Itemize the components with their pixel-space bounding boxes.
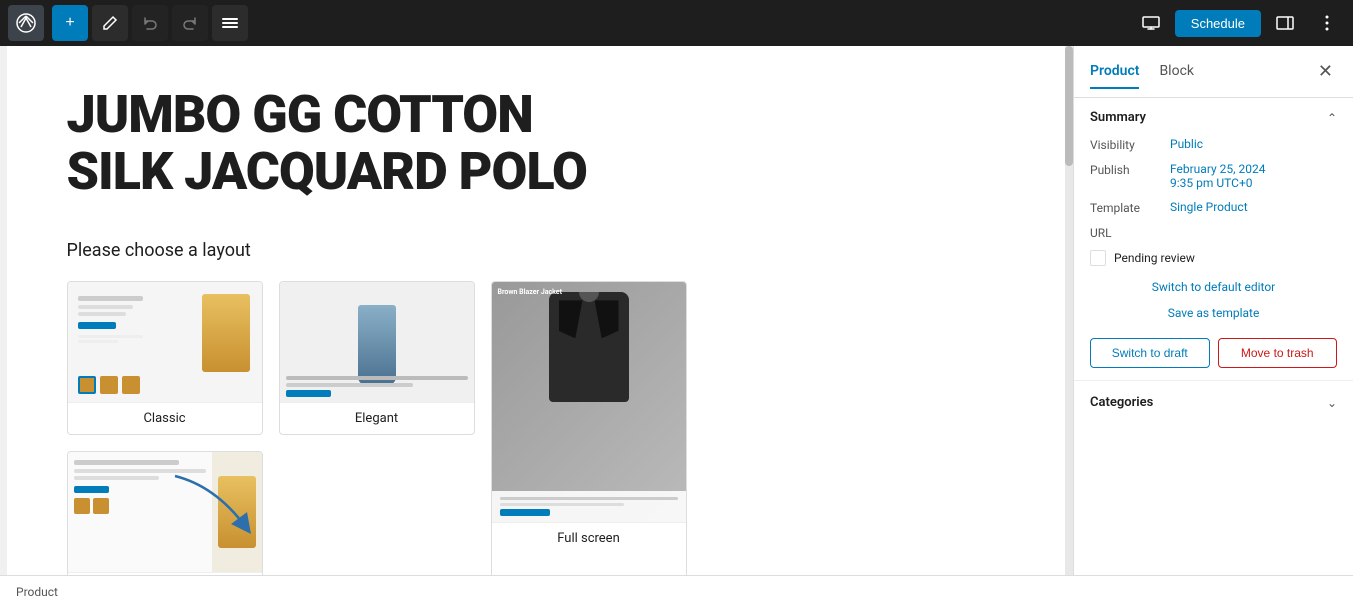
categories-title: Categories <box>1090 395 1153 410</box>
switch-to-draft-button[interactable]: Switch to draft <box>1090 338 1210 368</box>
add-block-button[interactable]: + <box>52 5 88 41</box>
categories-section[interactable]: Categories ⌄ <box>1074 381 1353 424</box>
chevron-up-icon: ⌃ <box>1327 111 1337 125</box>
elegant-preview <box>280 282 474 402</box>
categories-chevron-icon: ⌄ <box>1327 396 1337 410</box>
classic-label: Classic <box>68 402 262 434</box>
template-value[interactable]: Single Product <box>1170 200 1248 214</box>
scroll-track[interactable] <box>1065 46 1073 575</box>
fullscreen-label: Full screen <box>492 522 686 554</box>
visibility-row: Visibility Public <box>1090 137 1337 152</box>
toolbar: + Schedule <box>0 0 1353 46</box>
desktop-view-button[interactable] <box>1133 5 1169 41</box>
sidebar-toggle-button[interactable] <box>1267 5 1303 41</box>
undo-button[interactable] <box>132 5 168 41</box>
summary-header[interactable]: Summary ⌃ <box>1090 110 1337 125</box>
save-as-template-link[interactable]: Save as template <box>1090 300 1337 326</box>
editor-canvas: JUMBO GG COTTONSILK JACQUARD POLO Please… <box>0 46 1073 575</box>
pending-review-checkbox[interactable] <box>1090 250 1106 266</box>
pencil-button[interactable] <box>92 5 128 41</box>
layout-card-fullscreen[interactable]: Brown Blazer Jacket Full screen <box>491 281 687 575</box>
canvas-inner: JUMBO GG COTTONSILK JACQUARD POLO Please… <box>7 46 1067 575</box>
move-to-trash-button[interactable]: Move to trash <box>1218 338 1338 368</box>
schedule-button[interactable]: Schedule <box>1175 10 1261 37</box>
publish-row: Publish February 25, 2024 9:35 pm UTC+0 <box>1090 162 1337 190</box>
classic-image-right-label: Classic image right <box>68 572 262 575</box>
template-row: Template Single Product <box>1090 200 1337 215</box>
pending-review-row: Pending review <box>1090 250 1337 266</box>
sidebar-tabs: Product Block ✕ <box>1074 46 1353 98</box>
visibility-value[interactable]: Public <box>1170 137 1203 151</box>
layout-heading: Please choose a layout <box>67 240 1007 261</box>
layout-card-classic-image-right[interactable]: Classic image right <box>67 451 263 575</box>
scroll-thumb[interactable] <box>1065 46 1073 166</box>
layout-card-elegant[interactable]: Elegant <box>279 281 475 435</box>
url-row: URL <box>1090 225 1337 240</box>
tab-block[interactable]: Block <box>1159 55 1194 89</box>
sidebar-close-button[interactable]: ✕ <box>1314 57 1337 86</box>
tab-product[interactable]: Product <box>1090 55 1139 89</box>
right-sidebar: Product Block ✕ Summary ⌃ Visibility Pub… <box>1073 46 1353 575</box>
menu-button[interactable] <box>212 5 248 41</box>
url-label: URL <box>1090 225 1170 240</box>
action-buttons: Switch to draft Move to trash <box>1090 338 1337 368</box>
product-title: JUMBO GG COTTONSILK JACQUARD POLO <box>67 86 1007 200</box>
publish-value[interactable]: February 25, 2024 9:35 pm UTC+0 <box>1170 162 1265 190</box>
elegant-label: Elegant <box>280 402 474 434</box>
template-label: Template <box>1090 200 1170 215</box>
status-label: Product <box>16 585 58 599</box>
layout-card-classic[interactable]: Classic <box>67 281 263 435</box>
layout-section: Please choose a layout <box>67 240 1007 575</box>
pending-review-label: Pending review <box>1114 251 1195 265</box>
visibility-label: Visibility <box>1090 137 1170 152</box>
publish-label: Publish <box>1090 162 1170 177</box>
more-options-button[interactable] <box>1309 5 1345 41</box>
wp-logo-icon[interactable] <box>8 5 44 41</box>
summary-title: Summary <box>1090 110 1146 125</box>
layout-grid: Classic <box>67 281 687 575</box>
main-area: JUMBO GG COTTONSILK JACQUARD POLO Please… <box>0 46 1353 575</box>
classic-preview <box>68 282 262 402</box>
redo-button[interactable] <box>172 5 208 41</box>
fullscreen-preview: Brown Blazer Jacket <box>492 282 686 522</box>
summary-section: Summary ⌃ Visibility Public Publish Febr… <box>1074 98 1353 381</box>
status-bar: Product <box>0 575 1353 607</box>
switch-default-editor-link[interactable]: Switch to default editor <box>1090 274 1337 300</box>
classic-image-right-preview <box>68 452 262 572</box>
